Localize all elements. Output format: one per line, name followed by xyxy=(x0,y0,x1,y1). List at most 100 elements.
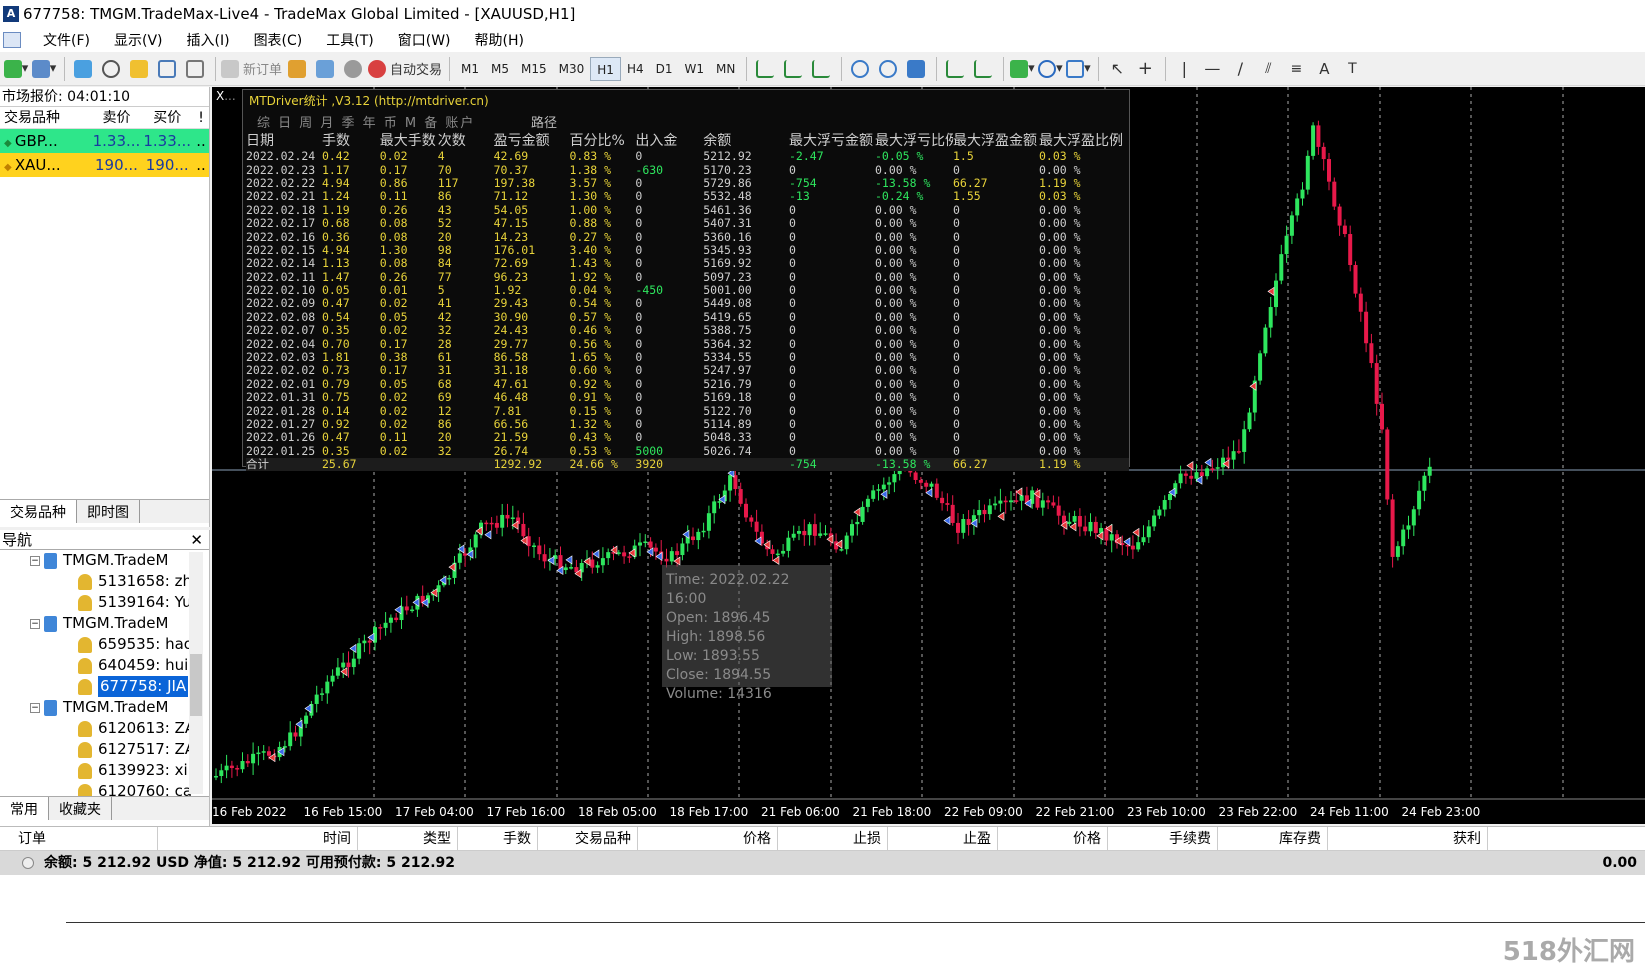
menu-window[interactable]: 窗口(W) xyxy=(386,30,463,50)
vertical-line-button[interactable]: | xyxy=(1171,56,1197,82)
terminal-col-header[interactable]: 交易品种 xyxy=(538,827,638,850)
tab-tick-chart[interactable]: 即时图 xyxy=(77,500,140,523)
stats-col-header[interactable]: 最大手数 xyxy=(380,130,438,150)
periods-button[interactable]: ▾ xyxy=(1037,56,1063,82)
menu-file[interactable]: 文件(F) xyxy=(31,30,102,50)
candle-chart-button[interactable] xyxy=(780,56,806,82)
stats-col-header[interactable]: 百分比% xyxy=(569,130,635,150)
navigator-item[interactable]: 5131658: zh xyxy=(0,571,209,592)
navigator-item[interactable]: − TMGM.TradeM xyxy=(0,613,209,634)
terminal-col-header[interactable]: 类型 xyxy=(358,827,458,850)
navigator-scrollbar[interactable] xyxy=(189,552,203,794)
zoom-in-button[interactable] xyxy=(847,56,873,82)
col-symbol[interactable]: 交易品种 xyxy=(0,107,92,128)
navigator-item[interactable]: 677758: JIA xyxy=(0,676,209,697)
indicators-button[interactable]: ▾ xyxy=(1009,56,1035,82)
stats-tabs[interactable]: 综 日 周 月 季 年 币 M 备 账户 xyxy=(257,112,475,131)
horizontal-line-button[interactable]: — xyxy=(1199,56,1225,82)
chart-area[interactable]: X... MTDriver统计 ,V3.12 (http://mtdriver.… xyxy=(212,87,1645,824)
tf-d1[interactable]: D1 xyxy=(650,57,679,81)
navigator-item[interactable]: 6120613: ZA xyxy=(0,718,209,739)
auto-scroll-button[interactable] xyxy=(942,56,968,82)
terminal-col-header[interactable]: 获利 xyxy=(1328,827,1488,850)
stats-col-header[interactable]: 最大浮亏比例 xyxy=(875,130,953,150)
terminal-col-header[interactable]: 手续费 xyxy=(1108,827,1218,850)
data-window-button[interactable] xyxy=(98,56,124,82)
zoom-out-button[interactable] xyxy=(875,56,901,82)
tf-h4[interactable]: H4 xyxy=(621,57,650,81)
stats-col-header[interactable]: 最大浮盈金额 xyxy=(953,130,1039,150)
mdi-window-icon[interactable] xyxy=(3,32,21,48)
new-order-button[interactable]: 新订单 xyxy=(221,56,282,82)
stats-col-header[interactable]: 出入金 xyxy=(635,130,703,150)
text-button[interactable]: A xyxy=(1311,56,1337,82)
menu-tools[interactable]: 工具(T) xyxy=(314,30,385,50)
tile-windows-button[interactable] xyxy=(903,56,929,82)
collapse-icon[interactable]: − xyxy=(30,618,40,629)
new-chart-button[interactable]: ▾ xyxy=(3,56,29,82)
terminal-col-header[interactable]: 止损 xyxy=(778,827,888,850)
terminal-col-header[interactable]: 价格 xyxy=(638,827,778,850)
stats-path-button[interactable]: 路径 xyxy=(531,112,557,131)
tf-m1[interactable]: M1 xyxy=(455,57,485,81)
crosshair-button[interactable]: + xyxy=(1132,56,1158,82)
menu-view[interactable]: 显示(V) xyxy=(102,30,175,50)
navigator-item[interactable]: 640459: hui xyxy=(0,655,209,676)
tester-button[interactable] xyxy=(182,56,208,82)
tf-w1[interactable]: W1 xyxy=(679,57,711,81)
navigator-item[interactable]: 6120760: ca xyxy=(0,781,209,796)
tf-m5[interactable]: M5 xyxy=(485,57,515,81)
tf-m15[interactable]: M15 xyxy=(515,57,553,81)
navigator-item[interactable]: − TMGM.TradeM xyxy=(0,550,209,571)
mtdriver-stats-panel[interactable]: MTDriver统计 ,V3.12 (http://mtdriver.cn) 综… xyxy=(242,89,1130,472)
tf-m30[interactable]: M30 xyxy=(553,57,591,81)
terminal-col-header[interactable]: 手数 xyxy=(458,827,538,850)
line-chart-button[interactable] xyxy=(808,56,834,82)
market-watch-row[interactable]: ◆ GBP... 1.33... 1.33..... xyxy=(0,129,209,153)
stats-col-header[interactable]: 余额 xyxy=(703,130,789,150)
terminal-col-header[interactable]: 订单 xyxy=(0,827,158,850)
menu-charts[interactable]: 图表(C) xyxy=(242,30,315,50)
market-button[interactable] xyxy=(340,56,366,82)
tab-symbols[interactable]: 交易品种 xyxy=(0,500,77,523)
signals-button[interactable] xyxy=(312,56,338,82)
templates-button[interactable]: ▾ xyxy=(1065,56,1091,82)
bar-chart-button[interactable] xyxy=(752,56,778,82)
terminal-button[interactable] xyxy=(154,56,180,82)
navigator-item[interactable]: − TMGM.TradeM xyxy=(0,697,209,718)
menu-help[interactable]: 帮助(H) xyxy=(463,30,536,50)
col-ask[interactable]: 买价 xyxy=(141,107,193,128)
navigator-item[interactable]: 6127517: ZA xyxy=(0,739,209,760)
collapse-icon[interactable]: − xyxy=(30,555,40,566)
profiles-button[interactable]: ▾ xyxy=(31,56,57,82)
tab-common[interactable]: 常用 xyxy=(0,797,49,820)
cursor-button[interactable]: ↖ xyxy=(1104,56,1130,82)
col-flag[interactable]: ! xyxy=(193,107,209,128)
close-icon[interactable]: ✕ xyxy=(190,530,203,549)
terminal-col-header[interactable]: 止盈 xyxy=(888,827,998,850)
terminal-col-header[interactable]: 库存费 xyxy=(1218,827,1328,850)
menu-insert[interactable]: 插入(I) xyxy=(175,30,242,50)
stats-col-header[interactable]: 日期 xyxy=(246,130,322,150)
auto-trading-button[interactable]: 自动交易 xyxy=(368,56,442,82)
channel-button[interactable]: ⫽ xyxy=(1255,56,1281,82)
tf-h1[interactable]: H1 xyxy=(590,56,621,81)
stats-col-header[interactable]: 手数 xyxy=(322,130,380,150)
col-bid[interactable]: 卖价 xyxy=(92,107,142,128)
scroll-thumb[interactable] xyxy=(190,654,202,716)
tab-favorites[interactable]: 收藏夹 xyxy=(49,797,112,820)
navigator-item[interactable]: 6139923: xi xyxy=(0,760,209,781)
navigator-item[interactable]: 5139164: Yu xyxy=(0,592,209,613)
trendline-button[interactable]: / xyxy=(1227,56,1253,82)
tf-mn[interactable]: MN xyxy=(710,57,741,81)
chart-shift-button[interactable] xyxy=(970,56,996,82)
market-watch-row[interactable]: ◆ XAU... 190... 190..... xyxy=(0,153,209,177)
stats-col-header[interactable]: 最大浮盈比例 xyxy=(1039,130,1129,150)
stats-col-header[interactable]: 最大浮亏金额 xyxy=(789,130,875,150)
terminal-col-header[interactable]: 价格 xyxy=(998,827,1108,850)
stats-col-header[interactable]: 盈亏金额 xyxy=(494,130,570,150)
terminal-col-header[interactable]: 时间 xyxy=(158,827,358,850)
text-label-button[interactable]: T xyxy=(1339,56,1365,82)
navigator-button[interactable] xyxy=(126,56,152,82)
metaeditor-button[interactable] xyxy=(284,56,310,82)
